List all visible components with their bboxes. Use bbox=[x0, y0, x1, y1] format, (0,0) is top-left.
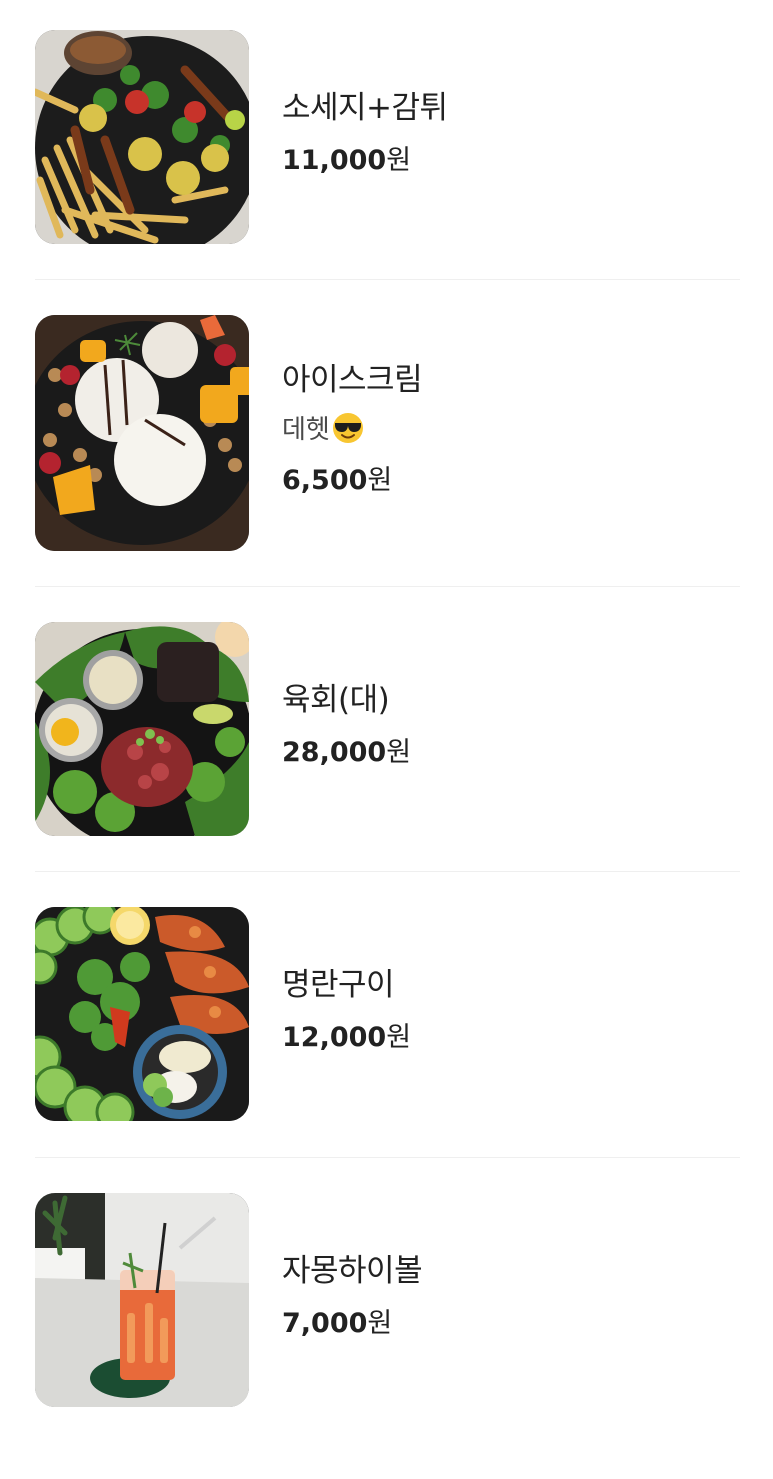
menu-item-ice-cream[interactable]: 아이스크림 데헷 6,500원 bbox=[35, 315, 740, 601]
smiling-face-with-sunglasses-icon bbox=[332, 413, 363, 443]
menu-item-info: 자몽하이볼 7,000원 bbox=[282, 1251, 423, 1342]
menu-item-info: 명란구이 12,000원 bbox=[282, 965, 411, 1056]
divider bbox=[35, 1157, 740, 1158]
beef-tartare-photo[interactable] bbox=[35, 622, 249, 836]
menu-item-info: 소세지+감튀 11,000원 bbox=[282, 88, 448, 179]
grilled-pollock-roe-photo[interactable] bbox=[35, 907, 249, 1121]
menu-item-name: 육회(대) bbox=[282, 682, 390, 718]
ice-cream-platter-photo[interactable] bbox=[35, 315, 249, 551]
menu-item-name: 아이스크림 bbox=[282, 362, 423, 398]
divider bbox=[35, 871, 740, 872]
menu-item-price: 28,000원 bbox=[282, 737, 412, 768]
menu-list: 소세지+감튀 11,000원 아이스크림 데헷 6,500원 육회(대) 28,… bbox=[0, 0, 773, 1433]
menu-item-price: 12,000원 bbox=[282, 1022, 412, 1053]
menu-item-info: 아이스크림 데헷 6,500원 bbox=[282, 360, 423, 499]
divider bbox=[35, 279, 740, 280]
menu-item-name: 자몽하이볼 bbox=[282, 1253, 423, 1289]
grapefruit-highball-photo[interactable] bbox=[35, 1193, 249, 1407]
menu-item-price: 11,000원 bbox=[282, 145, 412, 176]
menu-item-info: 육회(대) 28,000원 bbox=[282, 680, 411, 771]
menu-item-name: 소세지+감튀 bbox=[282, 90, 448, 126]
menu-item-sausage-fries[interactable]: 소세지+감튀 11,000원 bbox=[35, 30, 740, 316]
menu-item-price: 7,000원 bbox=[282, 1308, 393, 1339]
menu-item-name: 명란구이 bbox=[282, 967, 395, 1003]
menu-item-grilled-pollock-roe[interactable]: 명란구이 12,000원 bbox=[35, 907, 740, 1193]
menu-item-beef-tartare[interactable]: 육회(대) 28,000원 bbox=[35, 622, 740, 908]
menu-item-grapefruit-highball[interactable]: 자몽하이볼 7,000원 bbox=[35, 1193, 740, 1479]
menu-item-price: 6,500원 bbox=[282, 465, 393, 496]
menu-item-description: 데헷 bbox=[282, 412, 422, 448]
sausage-fries-photo[interactable] bbox=[35, 30, 249, 244]
divider bbox=[35, 586, 740, 587]
